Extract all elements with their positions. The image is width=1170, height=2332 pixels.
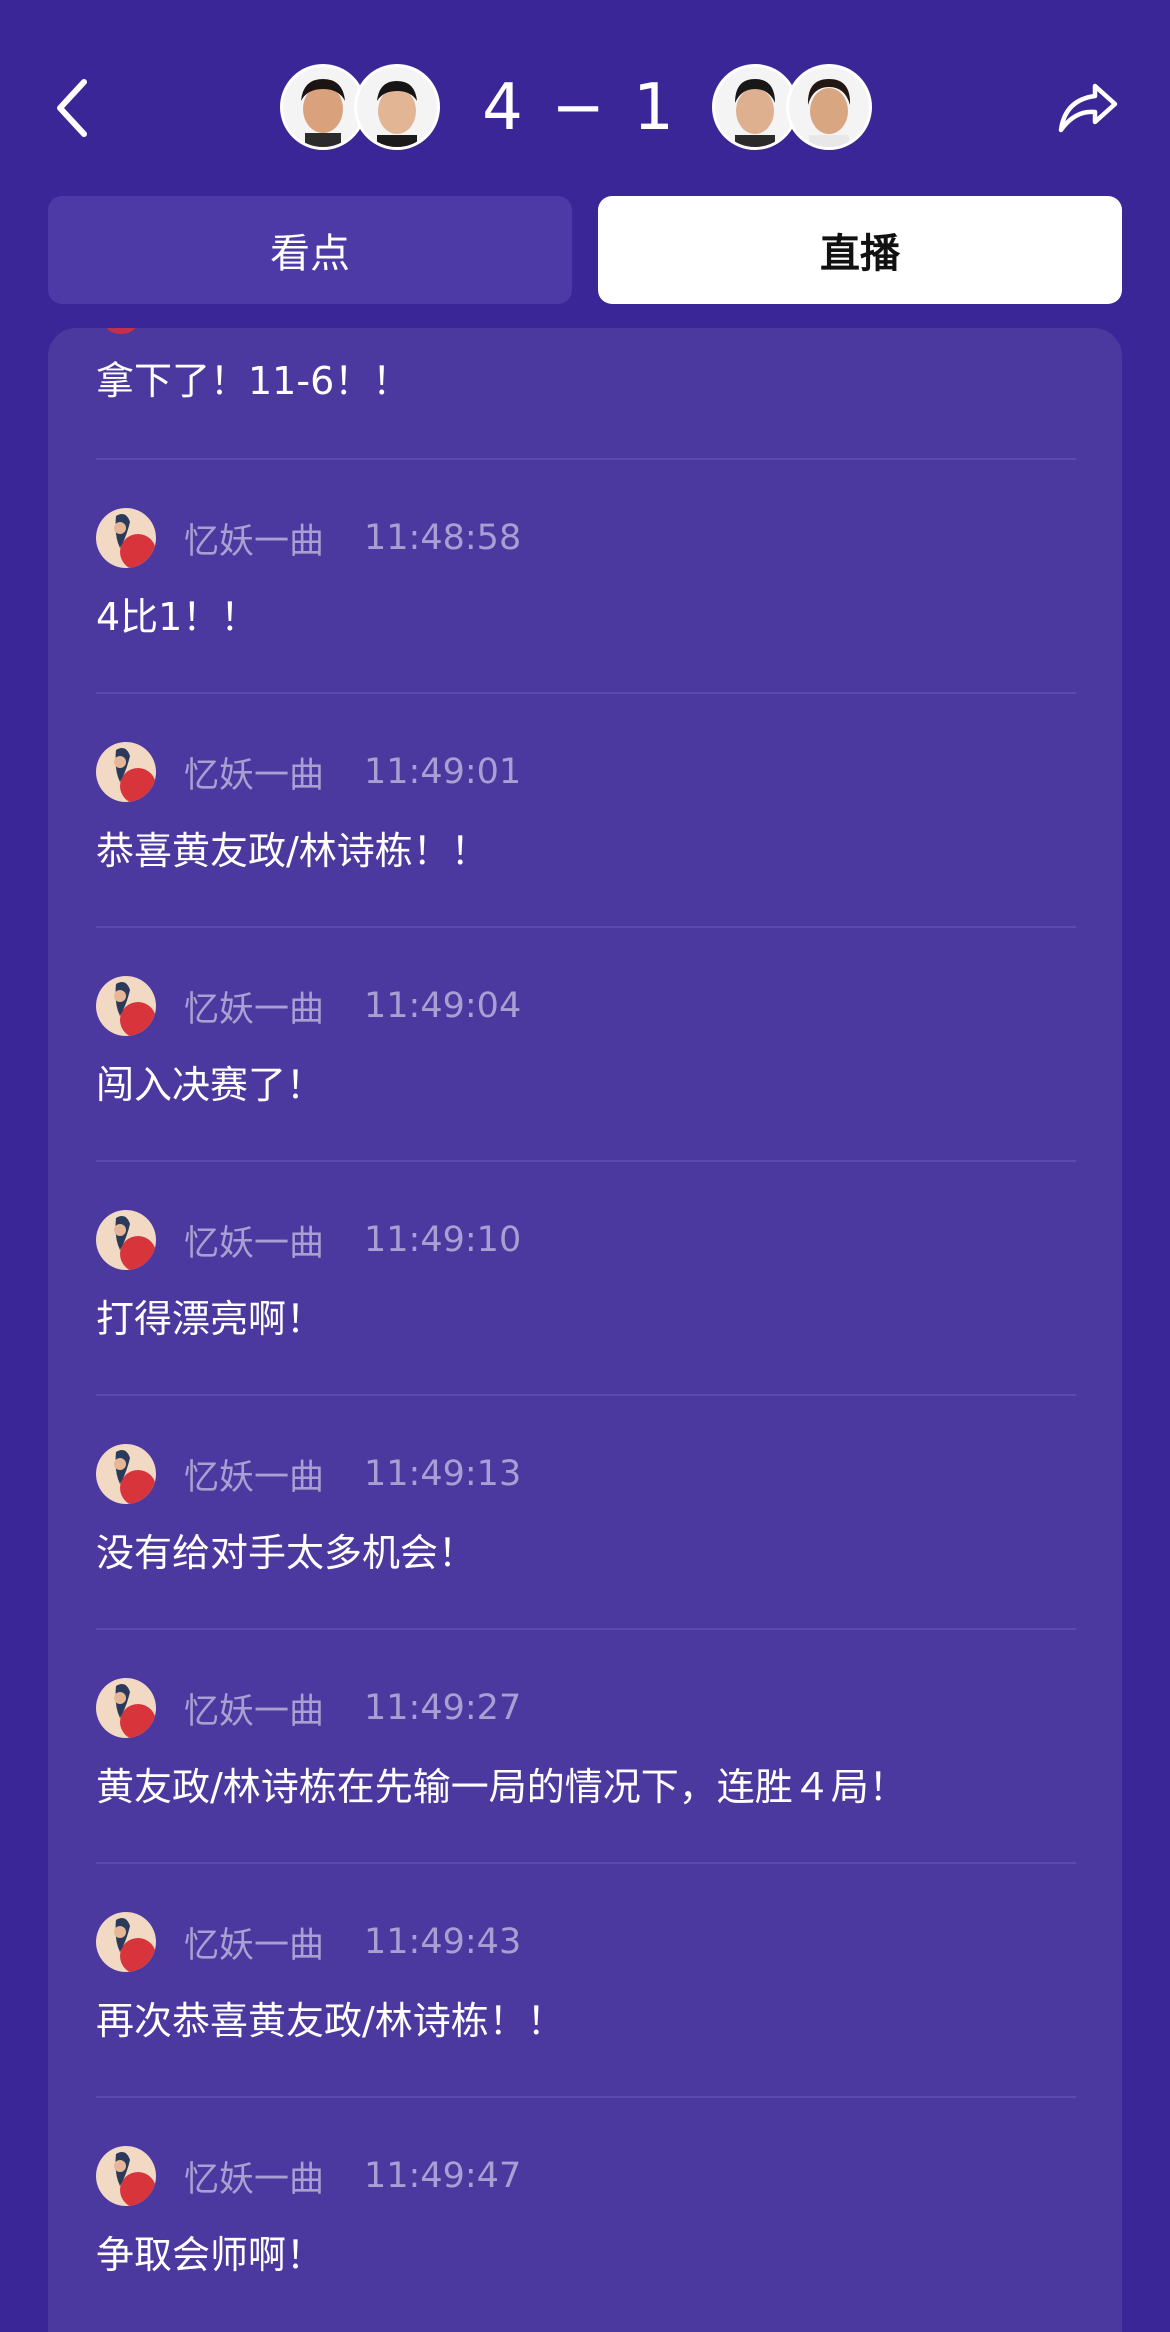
timestamp: 11:49:47 xyxy=(364,2156,522,2196)
list-item: 忆妖一曲 11:49:43 再次恭喜黄友政/林诗栋！！ xyxy=(96,1864,1076,2098)
feed-message: 拿下了！11-6！！ xyxy=(96,359,411,403)
list-item: 忆妖一曲 11:49:47 争取会师啊！ xyxy=(96,2098,1076,2330)
user-avatar[interactable] xyxy=(96,1444,156,1504)
list-item: 忆妖一曲 11:49:04 闯入决赛了！ xyxy=(96,928,1076,1162)
tab-live[interactable]: 直播 xyxy=(598,196,1122,304)
timestamp: 11:49:13 xyxy=(364,1454,522,1494)
list-item: 拿下了！11-6！！ xyxy=(96,328,1076,460)
user-avatar[interactable] xyxy=(96,1210,156,1270)
username[interactable]: 忆妖一曲 xyxy=(184,2151,324,2202)
live-feed[interactable]: 拿下了！11-6！！ 忆妖一曲 11:48:58 4比1！！ 忆妖一曲 11:49:01… xyxy=(48,328,1122,2332)
message-meta: 忆妖一曲 11:49:27 xyxy=(184,1678,521,1738)
timestamp: 11:49:27 xyxy=(364,1688,522,1728)
user-avatar[interactable] xyxy=(96,508,156,568)
user-avatar[interactable] xyxy=(96,976,156,1036)
chevron-left-icon xyxy=(57,79,87,137)
feed-message: 再次恭喜黄友政/林诗栋！！ xyxy=(96,1999,565,2043)
message-meta: 忆妖一曲 11:49:43 xyxy=(184,1912,521,1972)
message-meta: 忆妖一曲 11:49:10 xyxy=(184,1210,521,1270)
live-commentary-page: 4 − 1 看点 直播 拿下了！11-6！！ 忆妖一曲 11:48:58 4比1… xyxy=(0,0,1170,2332)
message-meta: 忆妖一曲 11:49:04 xyxy=(184,976,521,1036)
message-meta: 忆妖一曲 11:49:47 xyxy=(184,2146,521,2206)
timestamp: 11:49:04 xyxy=(364,986,522,1026)
list-item: 忆妖一曲 11:49:10 打得漂亮啊！ xyxy=(96,1162,1076,1396)
feed-message: 打得漂亮啊！ xyxy=(96,1297,325,1341)
user-avatar[interactable] xyxy=(96,742,156,802)
message-meta: 忆妖一曲 11:49:01 xyxy=(184,742,521,802)
match-header: 4 − 1 xyxy=(0,0,1170,190)
tab-highlights[interactable]: 看点 xyxy=(48,196,572,304)
username[interactable]: 忆妖一曲 xyxy=(184,1449,324,1500)
feed-message: 没有给对手太多机会！ xyxy=(96,1531,477,1575)
team-right-avatars xyxy=(712,64,874,150)
timestamp: 11:48:58 xyxy=(364,518,522,558)
username[interactable]: 忆妖一曲 xyxy=(184,1215,324,1266)
list-item: 忆妖一曲 11:49:01 恭喜黄友政/林诗栋！！ xyxy=(96,694,1076,928)
user-avatar[interactable] xyxy=(96,1912,156,1972)
feed-message: 黄友政/林诗栋在先输一局的情况下，连胜４局！ xyxy=(96,1765,907,1809)
back-button[interactable] xyxy=(40,68,104,148)
username[interactable]: 忆妖一曲 xyxy=(184,747,324,798)
tab-bar: 看点 直播 xyxy=(48,196,1122,304)
message-meta: 忆妖一曲 11:49:13 xyxy=(184,1444,521,1504)
share-arrow-icon xyxy=(1058,83,1118,133)
player-avatar xyxy=(786,64,872,150)
user-avatar[interactable] xyxy=(96,1678,156,1738)
message-meta: 忆妖一曲 11:48:58 xyxy=(184,508,521,568)
avatar xyxy=(106,328,136,334)
username[interactable]: 忆妖一曲 xyxy=(184,981,324,1032)
match-score: 4 − 1 xyxy=(482,71,678,145)
list-item: 忆妖一曲 11:49:27 黄友政/林诗栋在先输一局的情况下，连胜４局！ xyxy=(96,1630,1076,1864)
list-item: 忆妖一曲 11:48:58 4比1！！ xyxy=(96,460,1076,694)
team-left-avatars xyxy=(280,64,442,150)
feed-message: 闯入决赛了！ xyxy=(96,1063,325,1107)
user-avatar[interactable] xyxy=(96,2146,156,2206)
username[interactable]: 忆妖一曲 xyxy=(184,1917,324,1968)
list-item: 忆妖一曲 11:49:13 没有给对手太多机会！ xyxy=(96,1396,1076,1630)
feed-message: 争取会师啊！ xyxy=(96,2233,325,2277)
player-avatar xyxy=(354,64,440,150)
timestamp: 11:49:43 xyxy=(364,1922,522,1962)
feed-message: 4比1！！ xyxy=(96,595,259,639)
share-button[interactable] xyxy=(1048,68,1128,148)
feed-message: 恭喜黄友政/林诗栋！！ xyxy=(96,829,489,873)
timestamp: 11:49:01 xyxy=(364,752,522,792)
username[interactable]: 忆妖一曲 xyxy=(184,1683,324,1734)
timestamp: 11:49:10 xyxy=(364,1220,522,1260)
username[interactable]: 忆妖一曲 xyxy=(184,513,324,564)
